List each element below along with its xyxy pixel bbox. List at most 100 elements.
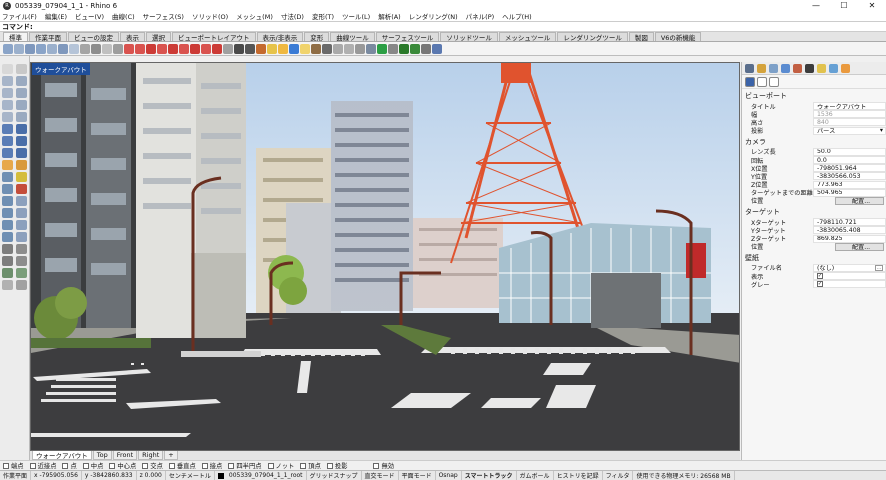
tab-front[interactable]: Front [112, 451, 138, 460]
sphere-icon[interactable] [322, 43, 332, 54]
sun-icon[interactable] [278, 43, 288, 54]
four-views-icon[interactable] [80, 43, 90, 54]
gumball-toggle[interactable]: ガムボール [517, 471, 554, 480]
show-checkbox[interactable]: ✓ [817, 273, 823, 280]
mesh-icon[interactable] [16, 148, 27, 158]
wallpaper-filename-field[interactable]: (なし)… [813, 263, 886, 272]
point-icon[interactable] [16, 64, 27, 74]
status-units[interactable]: センチメートル [166, 471, 215, 480]
dimension-icon[interactable] [2, 244, 13, 254]
cplane-icon[interactable] [102, 43, 112, 54]
extend-icon[interactable] [2, 172, 13, 182]
status-layer[interactable]: 005339_07904_1_1_root [226, 471, 307, 480]
display-tab-icon[interactable] [769, 63, 778, 73]
tab-render-tools[interactable]: レンダリングツール [557, 32, 628, 42]
menu-tools[interactable]: ツール(L) [342, 11, 370, 21]
menu-file[interactable]: ファイル(F) [2, 11, 37, 21]
osnap-near[interactable]: 近接点 [29, 461, 56, 470]
menu-solid[interactable]: ソリッド(O) [192, 11, 228, 21]
tab-surface-tools[interactable]: サーフェスツール [375, 32, 440, 42]
zoom-extents-icon[interactable] [47, 43, 57, 54]
rotation-field[interactable]: 0.0 [813, 156, 886, 165]
menu-edit[interactable]: 編集(E) [45, 11, 67, 21]
checkbox[interactable] [3, 462, 9, 469]
join-icon[interactable] [16, 184, 27, 194]
lens-length-field[interactable]: 50.0 [813, 147, 886, 156]
fillet-icon[interactable] [2, 160, 13, 170]
box-solid-icon[interactable] [2, 136, 13, 146]
explode-icon[interactable] [2, 196, 13, 206]
ellipse-icon[interactable] [2, 100, 13, 110]
person-icon[interactable] [421, 43, 431, 54]
freeform-icon[interactable] [16, 112, 27, 122]
add-viewport-tab-button[interactable]: + [164, 451, 178, 460]
car-red-icon[interactable] [190, 43, 200, 54]
render-icon[interactable] [289, 43, 299, 54]
target-x-field[interactable]: -798110.721 [813, 218, 886, 227]
tab-walkabout[interactable]: ウォークアバウト [32, 451, 92, 460]
camera-x-field[interactable]: -798051.964 [813, 164, 886, 173]
planar-toggle[interactable]: 平面モード [399, 471, 436, 480]
help-icon[interactable] [432, 43, 442, 54]
menu-dimension[interactable]: 寸法(D) [281, 11, 304, 21]
layer-icon[interactable] [2, 280, 13, 290]
grid-icon[interactable] [355, 43, 365, 54]
menu-transform[interactable]: 変形(T) [312, 11, 334, 21]
title-field[interactable]: ウォークアバウト [813, 102, 886, 111]
zoom-icon[interactable] [25, 43, 35, 54]
osnap-toggle[interactable]: Osnap [436, 471, 462, 480]
plugin-icon[interactable] [399, 43, 409, 54]
menu-render[interactable]: レンダリング(N) [409, 11, 458, 21]
polyline-icon[interactable] [2, 76, 13, 86]
menu-mesh[interactable]: メッシュ(M) [236, 11, 273, 21]
menu-analyze[interactable]: 解析(A) [378, 11, 401, 21]
rectangle-icon[interactable] [16, 100, 27, 110]
tab-drafting[interactable]: 製図 [628, 32, 654, 42]
plugin-icon[interactable] [410, 43, 420, 54]
osnap-int[interactable]: 交点 [142, 461, 163, 470]
zoom-selected-icon[interactable] [58, 43, 68, 54]
grid-snap-toggle[interactable]: グリッドスナップ [307, 471, 362, 480]
osnap-quad[interactable]: 四半円点 [228, 461, 262, 470]
tab-right[interactable]: Right [138, 451, 164, 460]
projection-select[interactable]: パース ▾ [813, 126, 886, 135]
filter-toggle[interactable]: フィルタ [603, 471, 634, 480]
sphere-solid-icon[interactable] [16, 136, 27, 146]
select-arrow-icon[interactable] [2, 64, 13, 74]
target-y-field[interactable]: -3830065.408 [813, 226, 886, 235]
tab-visibility[interactable]: 表示/非表示 [256, 32, 304, 42]
camera-icon[interactable] [245, 43, 255, 54]
checkbox[interactable] [29, 462, 36, 469]
scale-icon[interactable] [16, 220, 27, 230]
text-icon[interactable] [16, 244, 27, 254]
polygon-icon[interactable] [2, 112, 13, 122]
shaded-view-icon[interactable] [223, 43, 233, 54]
rendered-view-icon[interactable] [234, 43, 244, 54]
environment-tab-icon[interactable] [829, 63, 838, 73]
tab-select[interactable]: 選択 [146, 32, 171, 42]
car-red-icon[interactable] [146, 43, 156, 54]
osnap-disable[interactable]: 無効 [373, 461, 394, 470]
tab-cplanes[interactable]: 作業平面 [29, 32, 67, 42]
maximize-button[interactable]: ☐ [830, 0, 858, 11]
target-icon[interactable] [333, 43, 343, 54]
minimize-button[interactable]: — [802, 0, 830, 11]
menu-surface[interactable]: サーフェス(S) [143, 11, 184, 21]
pan-icon[interactable] [3, 43, 13, 54]
hatch-icon[interactable] [2, 256, 13, 266]
tab-transform[interactable]: 変形 [304, 32, 330, 42]
close-button[interactable]: ✕ [858, 0, 886, 11]
undo-view-icon[interactable] [69, 43, 79, 54]
layers-tab-icon[interactable] [757, 63, 766, 73]
analyze-icon[interactable] [2, 268, 13, 278]
target-z-field[interactable]: 869.825 [813, 234, 886, 243]
osnap-mid[interactable]: 中点 [82, 461, 103, 470]
osnap-tan[interactable]: 接点 [201, 461, 222, 470]
checkbox[interactable] [168, 462, 175, 469]
tab-new-in-v6[interactable]: V6の新機能 [654, 32, 702, 42]
menu-view[interactable]: ビュー(V) [75, 11, 104, 21]
sun-tab-icon[interactable] [841, 63, 850, 73]
split-icon[interactable] [2, 184, 13, 194]
curvature-icon[interactable] [16, 268, 27, 278]
perspective-viewport[interactable]: ウォークアバウト [30, 62, 740, 451]
